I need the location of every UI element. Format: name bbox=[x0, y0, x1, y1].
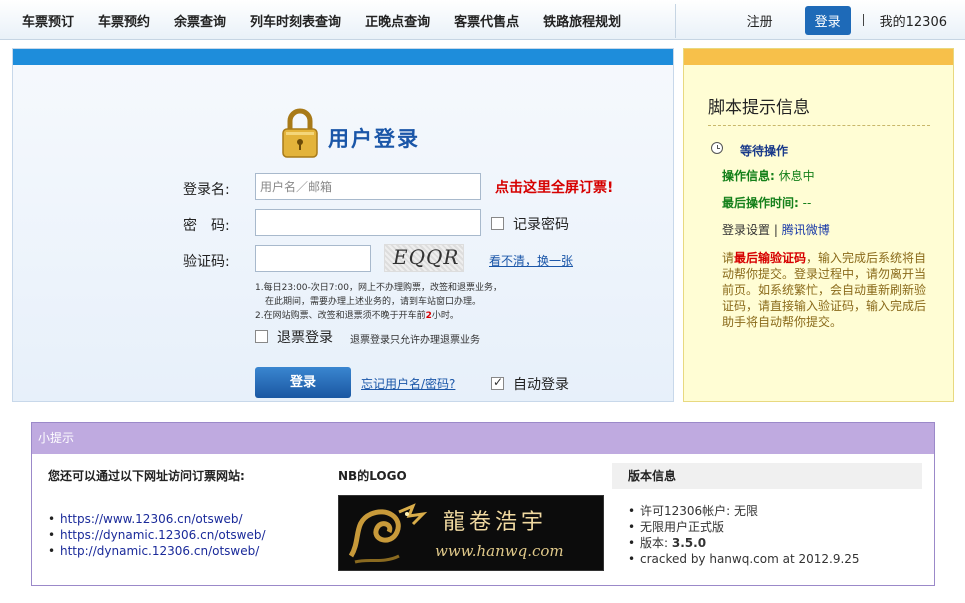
login-panel-bar bbox=[13, 49, 673, 65]
username-label: 登录名: bbox=[183, 182, 230, 198]
list-item: https://www.12306.cn/otsweb/ bbox=[48, 511, 266, 527]
logo-heading: NB的LOGO bbox=[338, 469, 407, 483]
clock-icon bbox=[711, 142, 723, 154]
nav-remaining-tickets[interactable]: 余票查询 bbox=[174, 11, 226, 30]
list-item: 无限用户正式版 bbox=[628, 519, 860, 535]
refund-login-checkbox[interactable] bbox=[255, 330, 268, 343]
script-title: 脚本提示信息 bbox=[708, 98, 810, 118]
script-info-panel: 脚本提示信息 等待操作 操作信息: 休息中 最后操作时间: -- 登录设置 | … bbox=[683, 48, 954, 402]
list-item: http://dynamic.12306.cn/otsweb/ bbox=[48, 543, 266, 559]
login-submit-button[interactable]: 登录 bbox=[255, 367, 351, 398]
fullscreen-booking-link[interactable]: 点击这里全屏订票! bbox=[495, 177, 613, 197]
url-link-3[interactable]: http://dynamic.12306.cn/otsweb/ bbox=[60, 544, 259, 558]
top-nav: 车票预订 车票预约 余票查询 列车时刻表查询 正晚点查询 客票代售点 铁路旅程规… bbox=[0, 0, 965, 40]
nav-delay-query[interactable]: 正晚点查询 bbox=[365, 11, 430, 30]
forgot-password-link[interactable]: 忘记用户名/密码? bbox=[361, 375, 455, 392]
auto-login-checkbox[interactable] bbox=[491, 375, 504, 390]
op-info: 操作信息: 休息中 bbox=[722, 169, 815, 183]
tips-box: 小提示 您还可以通过以下网址访问订票网站: https://www.12306.… bbox=[31, 422, 935, 586]
nav-agency[interactable]: 客票代售点 bbox=[454, 11, 519, 30]
captcha-input[interactable] bbox=[255, 245, 371, 272]
script-divider bbox=[708, 125, 930, 126]
nav-divider bbox=[675, 4, 676, 38]
list-item: https://dynamic.12306.cn/otsweb/ bbox=[48, 527, 266, 543]
remember-password-checkbox[interactable] bbox=[491, 217, 504, 230]
url-link-2[interactable]: https://dynamic.12306.cn/otsweb/ bbox=[60, 528, 266, 542]
logo-url-text: www.hanwq.com bbox=[435, 542, 564, 560]
last-op-time: 最后操作时间: -- bbox=[722, 196, 812, 210]
login-settings-link[interactable]: 登录设置 bbox=[722, 223, 770, 237]
nav-account: 注册 登录 我的12306 bbox=[747, 0, 965, 40]
login-heading: 用户登录 bbox=[280, 107, 420, 159]
login-title: 用户登录 bbox=[328, 127, 420, 151]
captcha-label: 验证码: bbox=[183, 254, 230, 270]
nav-separator bbox=[862, 14, 864, 26]
urls-heading: 您还可以通过以下网址访问订票网站: bbox=[48, 469, 245, 483]
url-link-1[interactable]: https://www.12306.cn/otsweb/ bbox=[60, 512, 243, 526]
nb-logo: 龍卷浩宇 www.hanwq.com bbox=[338, 495, 604, 571]
tips-header: 小提示 bbox=[32, 423, 934, 454]
status-text: 等待操作 bbox=[740, 144, 789, 158]
login-panel: 用户登录 登录名: 点击这里全屏订票! 密 码: 记录密码 验证码: EQQR … bbox=[12, 48, 674, 402]
nav-trip-planner[interactable]: 铁路旅程规划 bbox=[543, 11, 621, 30]
tencent-weibo-link[interactable]: 腾讯微博 bbox=[782, 223, 830, 237]
refund-login-note: 退票登录只允许办理退票业务 bbox=[350, 335, 480, 346]
nav-login-button[interactable]: 登录 bbox=[804, 5, 851, 35]
list-item: 许可12306帐户: 无限 bbox=[628, 503, 860, 519]
nav-timetable[interactable]: 列车时刻表查询 bbox=[250, 11, 341, 30]
url-list: https://www.12306.cn/otsweb/ https://dyn… bbox=[48, 511, 266, 559]
dragon-icon bbox=[343, 500, 429, 568]
remember-password-label: 记录密码 bbox=[513, 217, 569, 233]
nav-links: 车票预订 车票预约 余票查询 列车时刻表查询 正晚点查询 客票代售点 铁路旅程规… bbox=[10, 0, 633, 40]
my-12306-link[interactable]: 我的12306 bbox=[880, 11, 947, 30]
list-item: cracked by hanwq.com at 2012.9.25 bbox=[628, 551, 860, 567]
version-list: 许可12306帐户: 无限 无限用户正式版 版本: 3.5.0 cracked … bbox=[628, 503, 860, 567]
refresh-captcha-link[interactable]: 看不清，换一张 bbox=[489, 252, 573, 269]
notice-line-3: 2.在网站购票、改签和退票须不晚于开车前2小时。 bbox=[255, 311, 459, 321]
script-panel-bar bbox=[684, 49, 953, 65]
auto-login-label: 自动登录 bbox=[513, 377, 569, 393]
password-label: 密 码: bbox=[183, 218, 230, 234]
register-link[interactable]: 注册 bbox=[747, 11, 773, 30]
refund-login-label: 退票登录 bbox=[277, 330, 333, 346]
captcha-text: EQQR bbox=[393, 245, 460, 269]
nav-ticket-booking[interactable]: 车票预订 bbox=[22, 11, 74, 30]
username-input[interactable] bbox=[255, 173, 481, 200]
version-heading: 版本信息 bbox=[612, 463, 922, 489]
script-links: 登录设置 | 腾讯微博 bbox=[722, 223, 830, 237]
list-item: 版本: 3.5.0 bbox=[628, 535, 860, 551]
lock-icon bbox=[280, 107, 320, 159]
captcha-image[interactable]: EQQR bbox=[384, 244, 464, 272]
notice-line-1: 1.每日23:00-次日7:00，网上不办理购票，改签和退票业务， bbox=[255, 283, 502, 293]
nav-ticket-reservation[interactable]: 车票预约 bbox=[98, 11, 150, 30]
logo-chinese-text: 龍卷浩宇 bbox=[443, 510, 548, 535]
notice-line-2: 在此期间，需要办理上述业务的，请到车站窗口办理。 bbox=[265, 297, 482, 307]
script-description: 请最后输验证码，输入完成后系统将自动帮你提交。登录过程中，请勿离开当前页。如系统… bbox=[722, 251, 927, 329]
password-input[interactable] bbox=[255, 209, 481, 236]
